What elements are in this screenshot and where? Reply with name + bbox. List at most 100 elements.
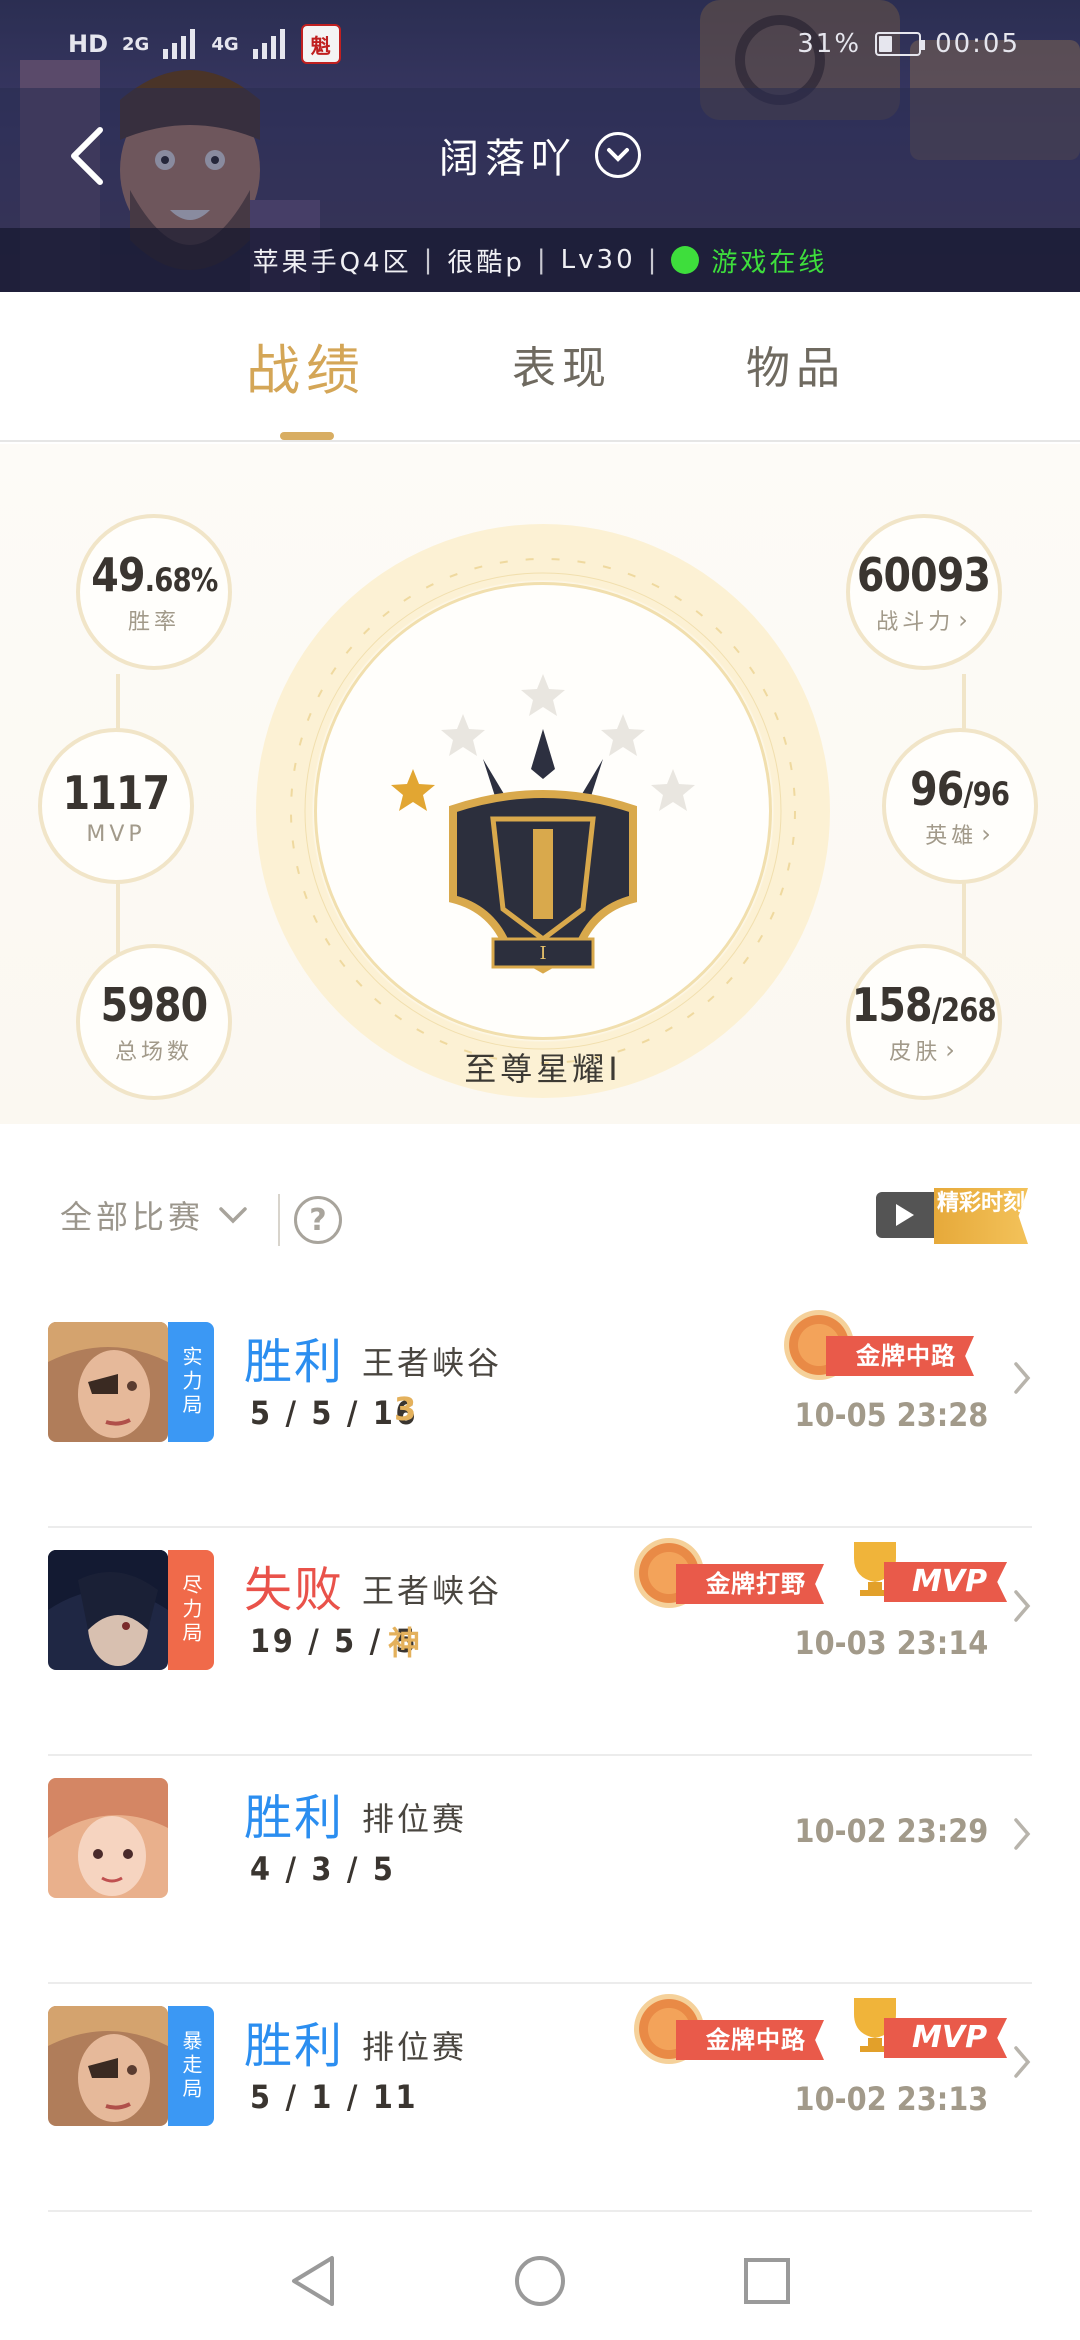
match-kda: 5 / 1 / 11 (250, 2078, 419, 2116)
chevron-right-icon: › (981, 820, 995, 848)
hero-avatar (48, 1550, 168, 1670)
status-bar: HD 2G 4G 魁 31% 00:05 (0, 0, 1080, 88)
tab-record[interactable]: 战绩 (246, 326, 366, 405)
tab-performance[interactable]: 表现 (512, 332, 612, 396)
online-status: 游戏在线 (711, 247, 828, 278)
notification-app-icon: 魁 (300, 24, 341, 64)
hd-indicator: HD (68, 30, 109, 58)
match-filter-label: 全部比赛 (60, 1198, 205, 1236)
chevron-right-icon (1014, 1818, 1031, 1850)
tab-bar: 战绩 表现 物品 (0, 292, 1080, 442)
match-row[interactable]: 暴走局 胜利 排位赛 5 / 1 / 11 金牌中路 MVP 10-02 23:… (48, 1984, 1032, 2212)
medal-label: 金牌中路 (676, 2020, 824, 2060)
nav-back-button[interactable] (283, 2251, 343, 2311)
separator: | (423, 245, 436, 275)
help-icon[interactable]: ? (294, 1196, 342, 1244)
title-bar: 阔落吖 (0, 88, 1080, 228)
rank-star-empty-icon (601, 714, 645, 756)
match-row[interactable]: 尽力局 失败 王者峡谷 19 / 5 / 5 神 金牌打野 MVP 10-03 … (48, 1528, 1032, 1756)
nav-recent-button[interactable] (737, 2251, 797, 2311)
filter-row: 全部比赛 ? 精彩时刻 (0, 1176, 1080, 1264)
total-games-stat: 5980 总场数 (76, 944, 232, 1100)
back-icon (292, 2256, 335, 2306)
battery-icon (875, 32, 926, 56)
chevron-right-icon: › (945, 1036, 959, 1064)
mvp-label: MVP (884, 1562, 1008, 1602)
system-nav-bar (0, 2222, 1080, 2340)
skins-stat[interactable]: 158/268 皮肤 › (846, 944, 1002, 1100)
highlights-button[interactable]: 精彩时刻 (876, 1186, 1028, 1246)
hero-avatar (48, 1322, 168, 1442)
match-time: 10-02 23:29 (794, 1812, 988, 1850)
server-name: 苹果手Q4区 (252, 247, 412, 278)
skins-owned: 158 (851, 978, 933, 1032)
triple-kill-badge: 3 (394, 1390, 417, 1428)
separator: | (647, 245, 660, 275)
rank-star-filled-icon (391, 769, 435, 811)
heroes-owned: 96 (910, 762, 964, 816)
match-time: 10-03 23:14 (794, 1624, 988, 1662)
signal-4g-icon: 4G (211, 33, 239, 55)
win-rate-value: 49 (90, 548, 145, 602)
player-level: Lv30 (560, 245, 636, 275)
power-stat[interactable]: 60093 战斗力 › (846, 514, 1002, 670)
legendary-badge: 神 (388, 1624, 421, 1662)
player-tag: 很酷p (447, 247, 525, 278)
chevron-right-icon (1014, 2046, 1031, 2078)
medal-label: 金牌打野 (676, 1564, 824, 1604)
match-map: 王者峡谷 (362, 1344, 503, 1382)
active-tab-indicator (280, 432, 334, 440)
svg-text:I: I (539, 943, 546, 964)
win-rate-stat: 49.68% 胜率 (76, 514, 232, 670)
medal-label: 金牌中路 (826, 1336, 974, 1376)
player-info-bar: 苹果手Q4区 | 很酷p | Lv30 | 游戏在线 (0, 228, 1080, 292)
connector-line (962, 880, 966, 956)
rank-emblem-ring[interactable]: I 至尊星耀I (256, 524, 830, 1098)
video-camera-icon (876, 1192, 944, 1238)
chevron-right-icon: › (958, 606, 972, 634)
profile-header: HD 2G 4G 魁 31% 00:05 阔落吖 苹果手Q4区 | 很酷p | … (0, 0, 1080, 292)
chevron-down-icon (219, 1207, 247, 1224)
power-value: 60093 (857, 548, 991, 602)
separator: | (536, 245, 549, 275)
rank-star-empty-icon (441, 714, 485, 756)
battery-percent: 31% (797, 29, 862, 59)
tab-items[interactable]: 物品 (746, 332, 846, 396)
total-games-value: 5980 (100, 978, 209, 1032)
heroes-stat[interactable]: 96/96 英雄 › (882, 728, 1038, 884)
signal-bars-icon (252, 29, 285, 59)
signal-bars-icon (163, 29, 196, 59)
hero-avatar (48, 2006, 168, 2126)
skins-label: 皮肤 (889, 1040, 942, 1065)
nav-home-button[interactable] (510, 2251, 570, 2311)
signal-2g-icon: 2G (122, 33, 150, 55)
win-rate-decimal: .68% (144, 561, 218, 599)
match-time: 10-02 23:13 (794, 2080, 988, 2118)
match-mode-tag: 尽力局 (168, 1550, 214, 1670)
divider (278, 1194, 280, 1246)
match-map: 排位赛 (362, 1800, 468, 1838)
mvp-label: MVP (86, 821, 146, 847)
match-mode-tag: 暴走局 (168, 2006, 214, 2126)
rank-name: 至尊星耀I (464, 1050, 622, 1088)
rank-star-empty-icon (651, 769, 695, 811)
clock: 00:05 (935, 29, 1020, 59)
total-games-label: 总场数 (114, 1040, 193, 1065)
match-row[interactable]: 胜利 排位赛 4 / 3 / 5 10-02 23:29 (48, 1756, 1032, 1984)
match-filter-dropdown[interactable]: 全部比赛 (60, 1192, 248, 1238)
match-row[interactable]: 实力局 胜利 王者峡谷 5 / 5 / 16 3 金牌中路 10-05 23:2… (48, 1300, 1032, 1528)
chevron-right-icon (1014, 1362, 1031, 1394)
match-result: 胜利 (244, 1790, 345, 1846)
stats-panel: 49.68% 胜率 1117 MVP 5980 总场数 60093 战斗力 › 9… (0, 444, 1080, 1124)
power-label: 战斗力 (876, 610, 955, 635)
win-rate-label: 胜率 (127, 610, 180, 635)
match-time: 10-05 23:28 (794, 1396, 988, 1434)
player-name: 阔落吖 (439, 136, 577, 182)
match-result: 失败 (244, 1562, 345, 1618)
rank-star-empty-icon (521, 674, 565, 716)
mvp-stat: 1117 MVP (38, 728, 194, 884)
heroes-label: 英雄 (925, 824, 978, 849)
match-map: 王者峡谷 (362, 1572, 503, 1610)
chevron-down-icon (595, 132, 641, 178)
account-switcher[interactable]: 阔落吖 (0, 126, 1080, 184)
